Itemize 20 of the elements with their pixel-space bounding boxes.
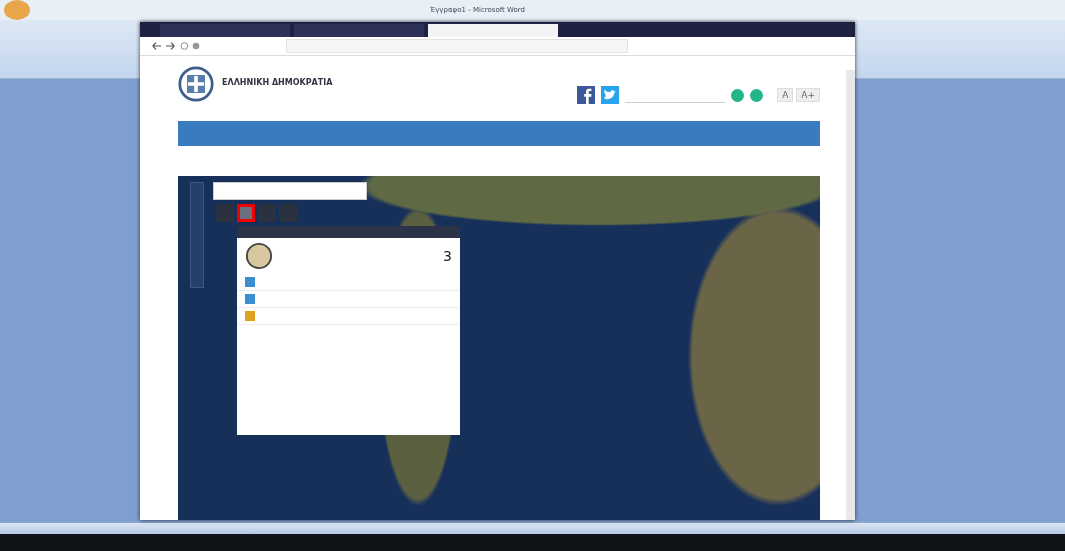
font-size-button[interactable]: A+ bbox=[796, 88, 820, 102]
accessibility-button[interactable] bbox=[750, 88, 764, 102]
font-size-button[interactable]: A bbox=[777, 88, 794, 102]
item-count: 3 bbox=[443, 248, 452, 264]
browser-tab[interactable] bbox=[428, 24, 558, 37]
twitter-icon[interactable] bbox=[601, 86, 620, 104]
map-zoom-controls[interactable] bbox=[190, 182, 204, 288]
map-search-field[interactable] bbox=[213, 182, 367, 200]
round-logo-icon bbox=[245, 242, 273, 270]
office-button[interactable] bbox=[4, 0, 30, 20]
map-tool-button[interactable] bbox=[258, 204, 276, 222]
facebook-icon[interactable] bbox=[577, 86, 596, 104]
browser-tab[interactable] bbox=[294, 24, 424, 37]
map-tool-button[interactable] bbox=[237, 204, 255, 222]
accessibility-button[interactable] bbox=[731, 88, 745, 102]
emblem-icon bbox=[178, 66, 214, 102]
map-tool-button[interactable] bbox=[279, 204, 297, 222]
address-field[interactable] bbox=[286, 39, 628, 53]
map-tool-button[interactable] bbox=[216, 204, 234, 222]
site-title: ΕΛΛΗΝΙΚΗ ΔΗΜΟΚΡΑΤΙΑ bbox=[222, 78, 333, 87]
